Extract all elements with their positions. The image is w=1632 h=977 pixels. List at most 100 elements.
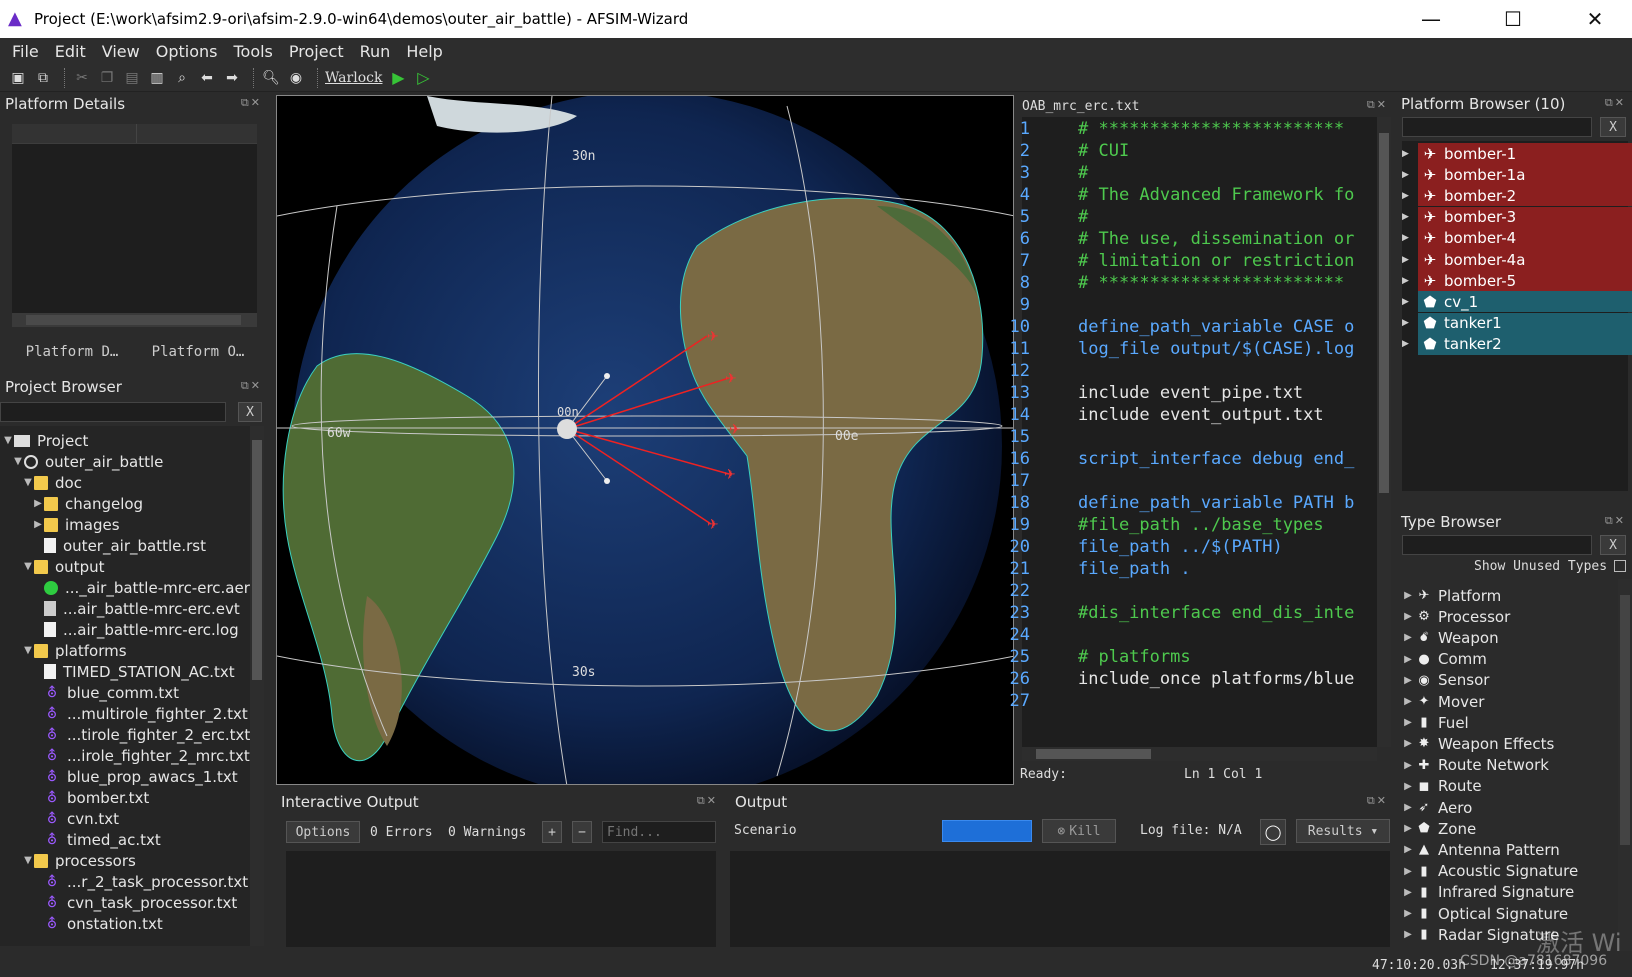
find-icon[interactable]: ⌕ [172, 68, 192, 88]
tree-item-multirole-fighter-erc[interactable]: ⛢ ...tirole_fighter_2_erc.txt [32, 724, 250, 745]
code-line[interactable]: #file_path ../base_types [1078, 515, 1374, 535]
project-filter-input[interactable] [0, 402, 226, 422]
type-item[interactable]: ▶ ▮ Fuel [1402, 712, 1469, 733]
tree-item-timed-station[interactable]: TIMED_STATION_AC.txt [32, 661, 235, 682]
editor-horizontal-scrollbar[interactable] [1022, 747, 1377, 761]
type-item[interactable]: ▶ ▲ Antenna Pattern [1402, 839, 1560, 860]
options-button[interactable]: Options [286, 821, 360, 843]
warlock-button[interactable]: Warlock [325, 70, 382, 86]
platform-item[interactable]: ▶ ⬟ tanker1 [1402, 312, 1632, 334]
tree-item-multirole-fighter-mrc[interactable]: ⛢ ...irole_fighter_2_mrc.txt [32, 745, 250, 766]
run-icon[interactable]: ▶ [388, 68, 408, 88]
code-line[interactable]: include event_pipe.txt [1078, 383, 1374, 403]
tree-item-bomber[interactable]: ⛢ bomber.txt [32, 787, 149, 808]
type-item[interactable]: ▶ ✦ Mover [1402, 691, 1484, 712]
type-item[interactable]: ▶ ➶ Aero [1402, 797, 1472, 818]
eye-icon[interactable]: ◉ [286, 68, 306, 88]
platform-item[interactable]: ▶ ✈ bomber-1a [1402, 164, 1632, 186]
platform-filter-input[interactable] [1402, 117, 1592, 137]
cut-icon[interactable]: ✂ [72, 68, 92, 88]
collapse-button[interactable]: − [572, 821, 592, 843]
menu-edit[interactable]: Edit [47, 42, 94, 61]
menu-tools[interactable]: Tools [225, 42, 280, 61]
code-line[interactable]: script_interface debug end_ [1078, 449, 1374, 469]
close-button[interactable]: ✕ [1566, 0, 1624, 38]
menu-options[interactable]: Options [148, 42, 226, 61]
tree-item-aer-file[interactable]: ..._air_battle-mrc-erc.aer [32, 577, 250, 598]
code-line[interactable]: file_path ../$(PATH) [1078, 537, 1374, 557]
panel-float-close-icon[interactable]: ⧉✕ [1605, 514, 1626, 528]
project-tree-scrollbar[interactable] [250, 426, 264, 946]
tree-item-changelog[interactable]: ▶ changelog [32, 493, 143, 514]
tree-item-outer-air-battle-rst[interactable]: outer_air_battle.rst [32, 535, 206, 556]
type-item[interactable]: ▶ ⬟ Zone [1402, 818, 1476, 839]
type-filter-clear-button[interactable]: X [1600, 535, 1626, 555]
panel-float-close-icon[interactable]: ⧉✕ [697, 794, 718, 808]
type-browser-scrollbar[interactable] [1618, 579, 1632, 951]
code-line[interactable]: file_path . [1078, 559, 1374, 579]
tree-item-blue-prop-awacs[interactable]: ⛢ blue_prop_awacs_1.txt [32, 766, 238, 787]
tree-item-timed-ac[interactable]: ⛢ timed_ac.txt [32, 829, 161, 850]
panel-float-close-icon[interactable]: ⧉✕ [241, 96, 262, 110]
kill-button[interactable]: ⊗ Kill [1042, 819, 1116, 843]
code-line[interactable]: # The use, dissemination or [1078, 229, 1374, 249]
save-icon[interactable]: ▣ [8, 68, 28, 88]
type-item[interactable]: ▶ ✚ Route Network [1402, 755, 1549, 776]
type-item[interactable]: ▶ ▮ Acoustic Signature [1402, 861, 1578, 882]
document-icon[interactable]: ▥ [147, 68, 167, 88]
output-area[interactable] [730, 851, 1390, 947]
platform-filter-clear-button[interactable]: X [1600, 117, 1626, 137]
type-item[interactable]: ▶ ✸ Weapon Effects [1402, 733, 1554, 754]
type-filter-input[interactable] [1402, 535, 1592, 555]
platform-item[interactable]: ▶ ✈ bomber-4a [1402, 249, 1632, 270]
tree-item-outer-air-battle[interactable]: ▼ outer_air_battle [12, 451, 163, 472]
forward-arrow-icon[interactable]: ➡ [222, 68, 242, 88]
type-item[interactable]: ▶ ✈ Platform [1402, 585, 1501, 606]
menu-project[interactable]: Project [281, 42, 352, 61]
tree-item-doc[interactable]: ▼ doc [22, 472, 82, 493]
platform-item[interactable]: ▶ ⬟ tanker2 [1402, 333, 1632, 355]
code-line[interactable]: # The Advanced Framework fo [1078, 185, 1374, 205]
map-view[interactable]: ✈ ✈ ✈ ✈ ✈ 30n 30s 60w 00e 00n [276, 95, 1014, 785]
tree-item-platforms[interactable]: ▼ platforms [22, 640, 126, 661]
menu-view[interactable]: View [94, 42, 148, 61]
code-line[interactable]: # ************************ [1078, 119, 1374, 139]
refresh-icon[interactable]: ◯ [1260, 819, 1286, 845]
tree-item-output[interactable]: ▼ output [22, 556, 104, 577]
type-item[interactable]: ▶ ▮ Infrared Signature [1402, 882, 1574, 903]
platform-item[interactable]: ▶ ⬟ cv_1 [1402, 291, 1632, 313]
code-line[interactable]: # [1078, 207, 1374, 227]
search-icon[interactable]: 🔍︎ [261, 68, 281, 88]
type-item[interactable]: ▶ 💣︎ Weapon [1402, 627, 1498, 648]
maximize-button[interactable]: ☐ [1484, 0, 1542, 38]
tree-item-processors[interactable]: ▼ processors [22, 850, 136, 871]
show-unused-types-checkbox[interactable] [1614, 560, 1626, 572]
type-item[interactable]: ▶ ⚙ Processor [1402, 606, 1510, 627]
minimize-button[interactable]: — [1402, 0, 1460, 38]
horizontal-scrollbar[interactable] [12, 313, 257, 327]
code-line[interactable]: # CUI [1078, 141, 1374, 161]
panel-float-close-icon[interactable]: ⧉✕ [241, 379, 262, 393]
type-item[interactable]: ▶ ▮ Optical Signature [1402, 903, 1568, 924]
back-arrow-icon[interactable]: ⬅ [197, 68, 217, 88]
panel-float-close-icon[interactable]: ⧉✕ [1605, 96, 1626, 110]
tree-item-task-processor[interactable]: ⛢ ...r_2_task_processor.txt [32, 871, 248, 892]
code-line[interactable]: # [1078, 163, 1374, 183]
platform-item[interactable]: ▶ ✈ bomber-5 [1402, 270, 1632, 292]
panel-float-close-icon[interactable]: ⧉✕ [1367, 794, 1388, 808]
code-line[interactable]: # ************************ [1078, 273, 1374, 293]
tree-item-project[interactable]: ▼ Project [2, 430, 88, 451]
code-line[interactable]: define_path_variable PATH b [1078, 493, 1374, 513]
menu-file[interactable]: File [4, 42, 47, 61]
copy-icon[interactable]: ❐ [97, 68, 117, 88]
code-line[interactable]: #dis_interface end_dis_inte [1078, 603, 1374, 623]
code-line[interactable]: define_path_variable CASE o [1078, 317, 1374, 337]
tab-platform-overview[interactable]: Platform O… [138, 341, 258, 363]
tree-item-blue-comm[interactable]: ⛢ blue_comm.txt [32, 682, 179, 703]
code-line[interactable]: include event_output.txt [1078, 405, 1374, 425]
menu-run[interactable]: Run [352, 42, 399, 61]
error-count[interactable]: 0 Errors [370, 825, 433, 840]
run-outline-icon[interactable]: ▷ [413, 68, 433, 88]
tree-item-cvn[interactable]: ⛢ cvn.txt [32, 808, 119, 829]
tab-platform-details[interactable]: Platform D… [12, 341, 132, 363]
